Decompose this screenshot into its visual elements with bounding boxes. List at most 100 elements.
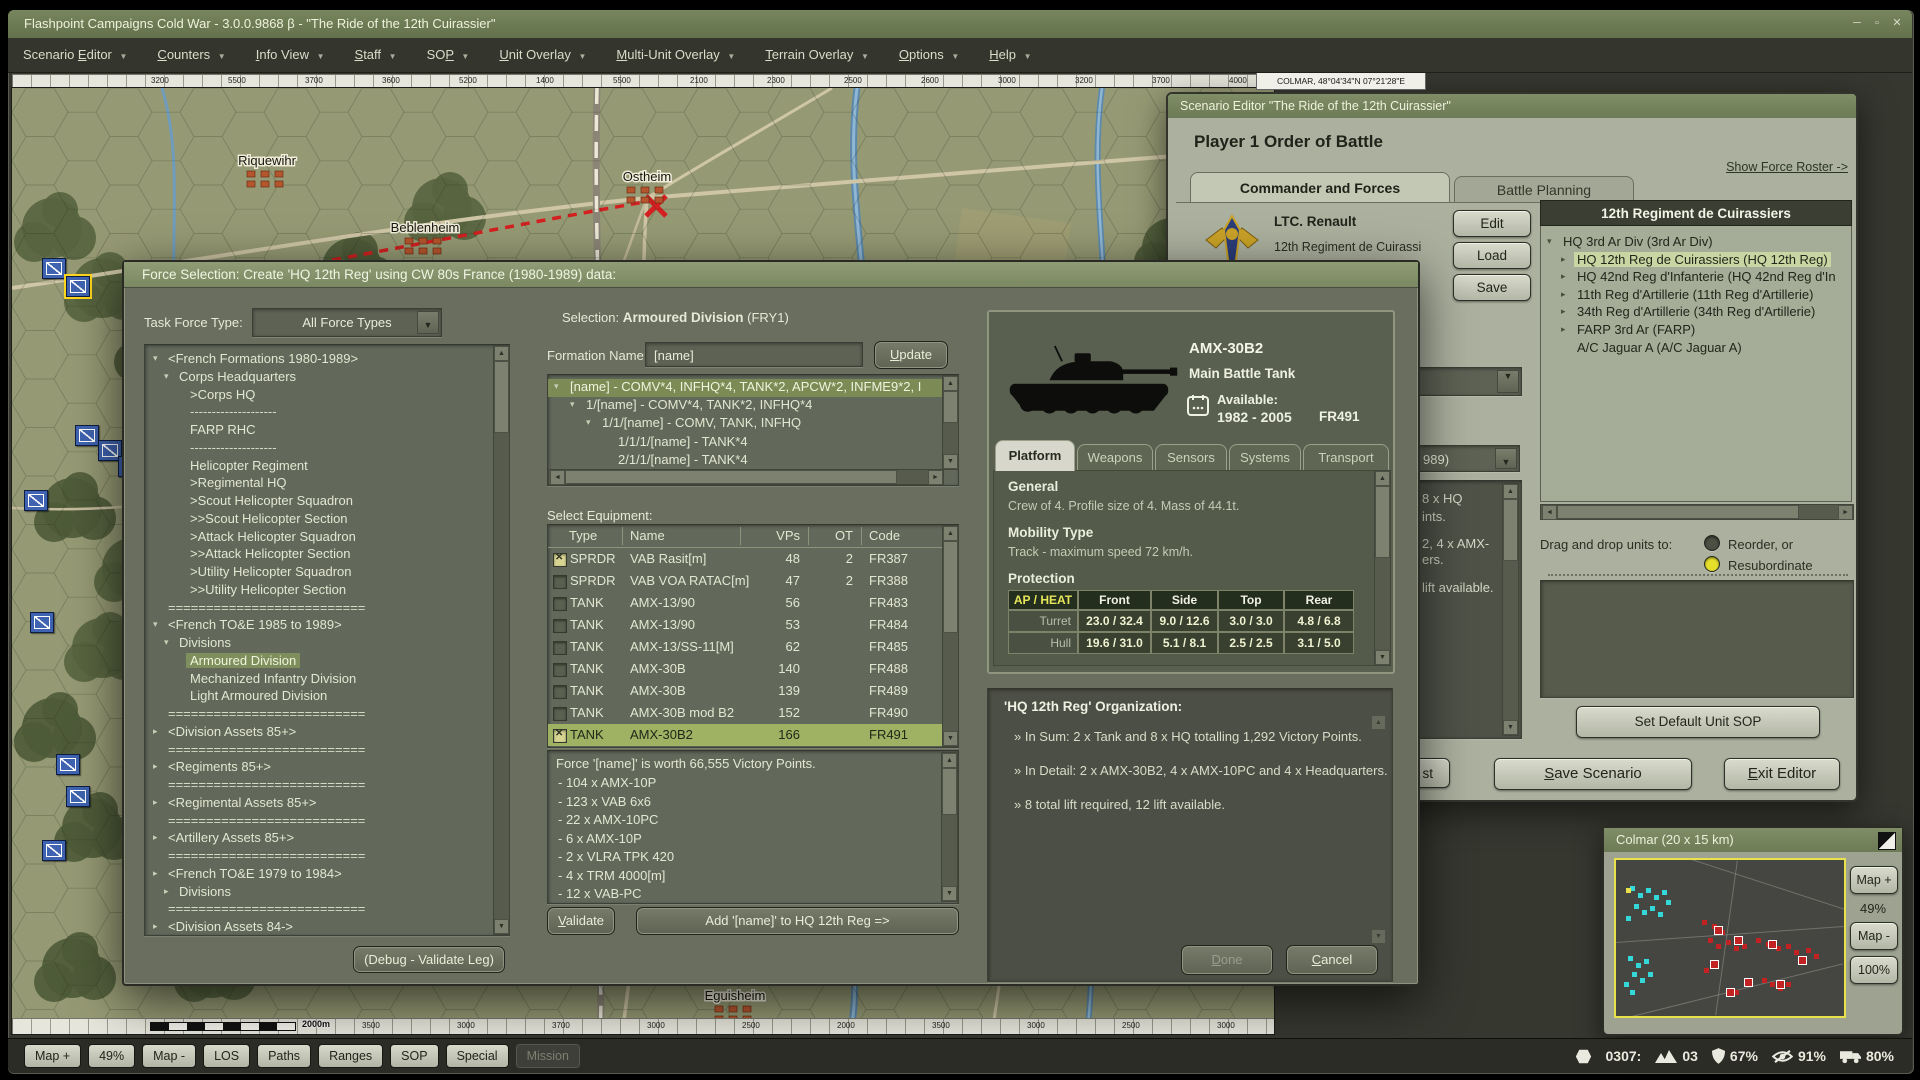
load-commander-button[interactable]: Load [1453,242,1531,269]
menu-sop[interactable]: SOP ▼ [412,38,485,74]
minimize-icon[interactable]: ─ [1848,14,1866,32]
scroll-down-icon[interactable]: ▼ [494,919,509,934]
statusbar-sop-button[interactable]: SOP [390,1044,438,1068]
friendly-unit-counter[interactable] [30,612,54,633]
column-header[interactable]: Type [569,528,624,543]
tree-item[interactable]: <Regimental Assets 85+> [168,795,317,810]
scrollbar-thumb[interactable] [943,391,958,423]
friendly-unit-counter[interactable] [66,786,90,807]
equipment-checkbox[interactable] [553,729,567,743]
tree-expander-icon[interactable]: ▸ [153,868,158,879]
scrollbar-thumb[interactable] [1557,505,1799,519]
chevron-down-icon[interactable]: ▼ [1497,370,1519,393]
equipment-row[interactable]: SPRDRVAB VOA RATAC[m]472FR388 [548,570,943,592]
tree-expander-icon[interactable]: ▾ [153,619,158,630]
equipment-row[interactable]: TANKAMX-30B139FR489 [548,680,943,702]
scroll-up-icon[interactable]: ▲ [494,346,509,361]
unit-tree-row[interactable]: ▸FARP 3rd Ar (FARP) [1541,322,1851,339]
tree-item[interactable]: Divisions [179,635,231,650]
tree-item[interactable]: >>Scout Helicopter Section [190,511,348,526]
tree-item[interactable]: >Corps HQ [190,387,255,402]
scroll-up-icon[interactable]: ▲ [1375,471,1390,486]
scrollbar-thumb[interactable] [1503,499,1518,561]
detail-vscroll[interactable]: ▲ ▼ [1374,470,1391,666]
done-button[interactable]: Done [1181,945,1273,975]
scrollbar-thumb[interactable] [943,541,958,633]
equipment-checkbox[interactable] [553,663,567,677]
column-header[interactable]: OT [806,528,853,543]
tree-item[interactable]: >Utility Helicopter Squadron [190,564,352,579]
radio-reorder-label[interactable]: Reorder, or [1728,537,1793,552]
scrollbar-thumb[interactable] [565,470,897,484]
scroll-up-icon[interactable]: ▲ [943,376,958,391]
menu-info-view[interactable]: Info View ▼ [241,38,340,74]
statusbar-ranges-button[interactable]: Ranges [318,1044,383,1068]
scroll-up-icon[interactable]: ▲ [1503,484,1518,499]
equipment-checkbox[interactable] [553,553,567,567]
column-header[interactable]: VPs [748,528,800,543]
statusbar-map--button[interactable]: Map - [142,1044,196,1068]
tab-platform[interactable]: Platform [995,440,1075,471]
tree-item[interactable]: <French TO&E 1985 to 1989> [168,617,342,632]
chevron-down-icon[interactable]: ▼ [417,311,439,334]
friendly-unit-counter[interactable] [56,754,80,775]
equipment-row[interactable]: TANKAMX-30B mod B2152FR490 [548,702,943,724]
save-scenario-button[interactable]: Save Scenario [1494,758,1692,790]
tree-item[interactable]: <Division Assets 85+> [168,724,296,739]
tab-battle-planning[interactable]: Battle Planning [1454,176,1634,203]
scroll-down-icon[interactable]: ▼ [1503,720,1518,735]
statusbar-special-button[interactable]: Special [446,1044,509,1068]
tree-expander-icon[interactable]: ▸ [1561,254,1566,265]
tree-expander-icon[interactable]: ▸ [1561,306,1566,317]
formation-row[interactable]: ▾[name] - COMV*4, INFHQ*4, TANK*2, APCW*… [548,379,943,397]
tree-item[interactable]: Helicopter Regiment [190,458,308,473]
tree-item[interactable]: FARP RHC [190,422,256,437]
scrollbar-thumb[interactable] [494,361,509,433]
formation-name-input[interactable]: [name] [645,342,863,367]
radio-resubordinate-label[interactable]: Resubordinate [1728,558,1813,573]
tree-vscroll[interactable]: ▲ ▼ [493,345,510,935]
equipment-checkbox[interactable] [553,619,567,633]
equipment-row[interactable]: TANKAMX-13/9053FR484 [548,614,943,636]
equipment-checkbox[interactable] [553,685,567,699]
unit-tree-row[interactable]: ▸11th Reg d'Artillerie (11th Reg d'Artil… [1541,287,1851,304]
scroll-down-icon[interactable]: ▼ [1371,929,1386,944]
minimap-zoom-in-button[interactable]: Map + [1850,866,1898,894]
tree-item[interactable]: <French TO&E 1979 to 1984> [168,866,342,881]
tab-sensors[interactable]: Sensors [1155,444,1227,471]
tree-item[interactable]: >>Attack Helicopter Section [190,546,350,561]
friendly-unit-counter[interactable] [42,258,66,279]
save-commander-button[interactable]: Save [1453,274,1531,301]
close-icon[interactable]: ✕ [1888,14,1906,32]
scroll-right-icon[interactable]: ► [1838,505,1853,520]
scroll-down-icon[interactable]: ▼ [943,454,958,469]
tree-expander-icon[interactable]: ▸ [153,761,158,772]
tree-item[interactable]: <Division Assets 84-> [168,919,293,934]
tree-expander-icon[interactable]: ▾ [164,371,169,382]
chevron-down-icon[interactable]: ▼ [1495,448,1517,469]
friendly-unit-counter[interactable] [75,425,99,446]
tree-item[interactable]: >Scout Helicopter Squadron [190,493,353,508]
scroll-right-icon[interactable]: ► [928,470,943,485]
dialog-title[interactable]: Force Selection: Create 'HQ 12th Reg' us… [124,262,1418,288]
tree-item[interactable]: <French Formations 1980-1989> [168,351,358,366]
equipment-row[interactable]: SPRDRVAB Rasit[m]482FR387 [548,548,943,570]
exit-editor-button[interactable]: Exit Editor [1724,758,1840,790]
minimap-image[interactable] [1614,858,1846,1018]
task-force-type-dropdown[interactable]: All Force Types ▼ [252,308,442,337]
formation-vscroll[interactable]: ▲ ▼ [942,375,959,470]
equipment-row[interactable]: TANKAMX-13/9056FR483 [548,592,943,614]
tab-weapons[interactable]: Weapons [1077,444,1153,471]
menu-options[interactable]: Options ▼ [884,38,974,74]
tree-item[interactable]: Armoured Division [190,653,296,668]
equipment-row[interactable]: TANKAMX-30B140FR488 [548,658,943,680]
debug-validate-leg-button[interactable]: (Debug - Validate Leg) [353,946,505,973]
tree-item[interactable]: Light Armoured Division [190,688,327,703]
tree-expander-icon[interactable]: ▸ [1561,289,1566,300]
tab-commander-and-forces[interactable]: Commander and Forces [1190,172,1450,203]
equipment-checkbox[interactable] [553,707,567,721]
menu-terrain-overlay[interactable]: Terrain Overlay ▼ [750,38,884,74]
scroll-down-icon[interactable]: ▼ [1375,650,1390,665]
equipment-row[interactable]: TANKAMX-30B2166FR491 [548,724,943,746]
cancel-button[interactable]: Cancel [1286,945,1378,975]
